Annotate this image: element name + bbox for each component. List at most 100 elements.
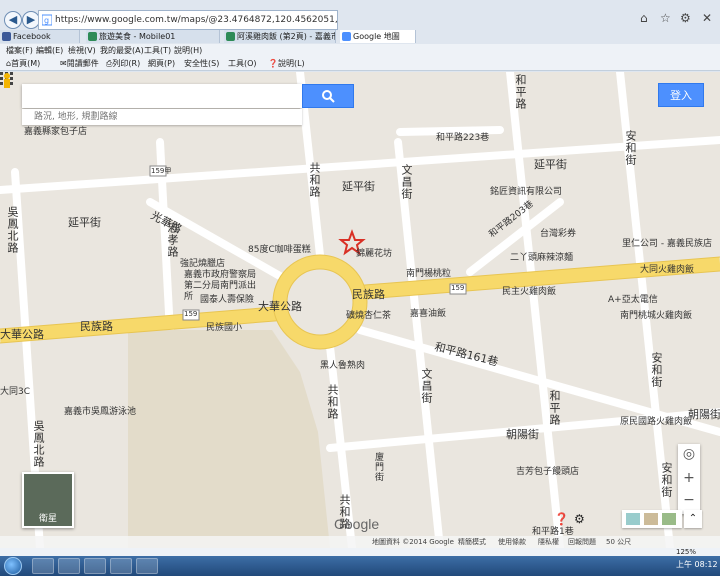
google-maps-icon <box>342 32 351 41</box>
browser-window: ◀ ▶ g https://www.google.com.tw/maps/@23… <box>0 0 720 576</box>
place-label[interactable]: 黑人魯熟肉 <box>320 358 365 371</box>
zoom-out-button[interactable]: − <box>678 490 700 510</box>
road-label: 安和街 <box>624 130 637 166</box>
tab-facebook[interactable]: Facebook <box>0 30 80 43</box>
menu-help[interactable]: 說明(H) <box>174 44 202 57</box>
place-label[interactable]: 二丫頭麻辣涼麵 <box>510 250 573 263</box>
road-label: 吳鳳北路 <box>32 420 45 468</box>
place-label[interactable]: A+亞太電信 <box>608 292 658 305</box>
media-task-icon[interactable] <box>84 558 106 574</box>
menu-file[interactable]: 檔案(F) <box>6 44 33 57</box>
copyright-text: 地圖資料 ©2014 Google <box>372 538 454 546</box>
favorites-icon[interactable]: ☆ <box>660 11 671 25</box>
park-area <box>128 330 330 548</box>
tab-google-maps[interactable]: Google 地圖 <box>340 30 416 43</box>
place-label[interactable]: 原民國路火雞肉飯 <box>620 414 692 427</box>
route-number: 159甲 <box>151 167 172 175</box>
satellite-toggle[interactable]: 衛星 <box>22 472 74 528</box>
place-label[interactable]: 里仁公司 - 嘉義民族店 <box>622 236 712 249</box>
tab-forum[interactable]: 阿溪雞肉飯 (第2頁) - 嘉義市... <box>224 30 336 43</box>
route-number: 159 <box>451 284 465 292</box>
place-label[interactable]: 礦燒杏仁茶 <box>346 308 391 321</box>
tab-label: Facebook <box>13 32 51 41</box>
read-mail-command[interactable]: ✉ 閱讀郵件 <box>60 57 99 71</box>
map-canvas[interactable]: 159 159 159甲 民族路 民族路 大華公路 大華公路 延平街 延平街 延… <box>0 72 720 548</box>
footer-link[interactable]: 精簡模式 <box>458 536 486 548</box>
map-footer: 地圖資料 ©2014 Google 精簡模式 使用條款 隱私權 回報問題 50 … <box>0 536 720 548</box>
start-button[interactable] <box>4 557 22 575</box>
road-label: 和平路 <box>514 74 527 110</box>
zoom-control: ◎ + − <box>678 444 700 514</box>
photo-task-icon[interactable] <box>110 558 132 574</box>
road-label: 延平街 <box>342 180 375 193</box>
place-label[interactable]: 嘉義縣家包子店 <box>24 124 87 137</box>
login-button[interactable]: 登入 <box>658 83 704 107</box>
road-label: 民族路 <box>352 288 385 301</box>
explorer-task-icon[interactable] <box>58 558 80 574</box>
place-label[interactable]: 吉芳包子饅頭店 <box>516 464 579 477</box>
road-label: 吳鳳北路 <box>6 206 19 254</box>
imagery-thumb[interactable] <box>662 513 676 525</box>
place-label[interactable]: 台灣彩券 <box>540 226 576 239</box>
footer-link[interactable]: 使用條款 <box>498 536 526 548</box>
search-input[interactable] <box>22 84 302 108</box>
menu-view[interactable]: 檢視(V) <box>68 44 96 57</box>
place-label[interactable]: 民族國小 <box>206 320 242 333</box>
footer-link[interactable]: 隱私權 <box>538 536 559 548</box>
road-label: 民族路 <box>80 320 113 333</box>
menu-tools[interactable]: 工具(T) <box>144 44 171 57</box>
home-command[interactable]: ⌂ 首頁(M) <box>6 57 40 71</box>
command-bar: ⌂ 首頁(M) ✉ 閱讀郵件 ⎙ 列印(R) 網頁(P) 安全性(S) 工具(O… <box>0 57 720 71</box>
place-label[interactable]: 大同3C <box>0 384 30 397</box>
taskbar: 上午 08:12 <box>0 556 720 576</box>
place-label[interactable]: 85度C咖啡蛋糕 <box>248 242 311 255</box>
place-label[interactable]: 大同火雞肉飯 <box>640 262 694 275</box>
home-icon[interactable]: ⌂ <box>640 11 648 25</box>
clock[interactable]: 上午 08:12 <box>676 559 718 570</box>
road-label: 和平路223巷 <box>436 133 490 143</box>
place-label[interactable]: 錦麗花坊 <box>356 246 392 259</box>
directions-hint[interactable]: 路況, 地形, 規劃路線 <box>22 109 302 125</box>
svg-text:g: g <box>44 16 49 25</box>
close-icon[interactable]: ✕ <box>702 11 712 25</box>
ie-task-icon[interactable] <box>32 558 54 574</box>
road-label: 延平街 <box>534 158 567 171</box>
settings-gear-icon[interactable]: ⚙ <box>574 512 585 526</box>
office-task-icon[interactable] <box>136 558 158 574</box>
imagery-thumbnails[interactable] <box>622 510 682 528</box>
road-label: 共和路 <box>326 384 339 420</box>
place-label[interactable]: 民主火雞肉飯 <box>502 284 556 297</box>
tab-mobile01[interactable]: 旅遊美食 - Mobile01 <box>86 30 220 43</box>
print-command[interactable]: ⎙ 列印(R) <box>106 57 140 71</box>
help-command[interactable]: ❓ 說明(L) <box>268 57 305 71</box>
command-label: 工具(O) <box>228 59 257 68</box>
road-label: 廈門街 <box>373 452 383 482</box>
menu-favorites[interactable]: 我的最愛(A) <box>100 44 144 57</box>
pegman-icon[interactable] <box>0 72 14 92</box>
google-logo: Google <box>334 516 380 532</box>
google-site-icon: g <box>42 14 52 26</box>
search-button[interactable] <box>302 84 354 108</box>
zoom-in-button[interactable]: + <box>678 468 700 488</box>
place-label[interactable]: 南門楊桃粒 <box>406 266 451 279</box>
place-label[interactable]: 強記燒臘店 <box>180 256 225 269</box>
footer-link[interactable]: 回報問題 <box>568 536 596 548</box>
zoom-level[interactable]: 125% <box>676 548 696 556</box>
mobile01-icon <box>226 32 235 41</box>
place-label[interactable]: 嘉義市吳鳳游泳池 <box>64 404 136 417</box>
my-location-icon[interactable]: ◎ <box>678 444 700 464</box>
address-bar[interactable]: g https://www.google.com.tw/maps/@23.476… <box>38 10 338 30</box>
road-label: 忠孝路 <box>166 222 179 258</box>
collapse-chevron-icon[interactable]: ⌃ <box>684 510 702 528</box>
command-label: 閱讀郵件 <box>66 59 99 68</box>
place-label[interactable]: 國泰人壽保險 <box>200 292 254 305</box>
place-label[interactable]: 嘉喜油飯 <box>410 306 446 319</box>
imagery-thumb[interactable] <box>644 513 658 525</box>
menu-edit[interactable]: 編輯(E) <box>36 44 63 57</box>
place-label[interactable]: 南門桃城火雞肉飯 <box>620 308 692 321</box>
back-button[interactable]: ◀ <box>4 11 22 29</box>
place-label[interactable]: 銘匠資訊有限公司 <box>490 184 562 197</box>
imagery-thumb[interactable] <box>626 513 640 525</box>
help-icon[interactable]: ❓ <box>554 512 569 526</box>
gear-icon[interactable]: ⚙ <box>680 11 691 25</box>
